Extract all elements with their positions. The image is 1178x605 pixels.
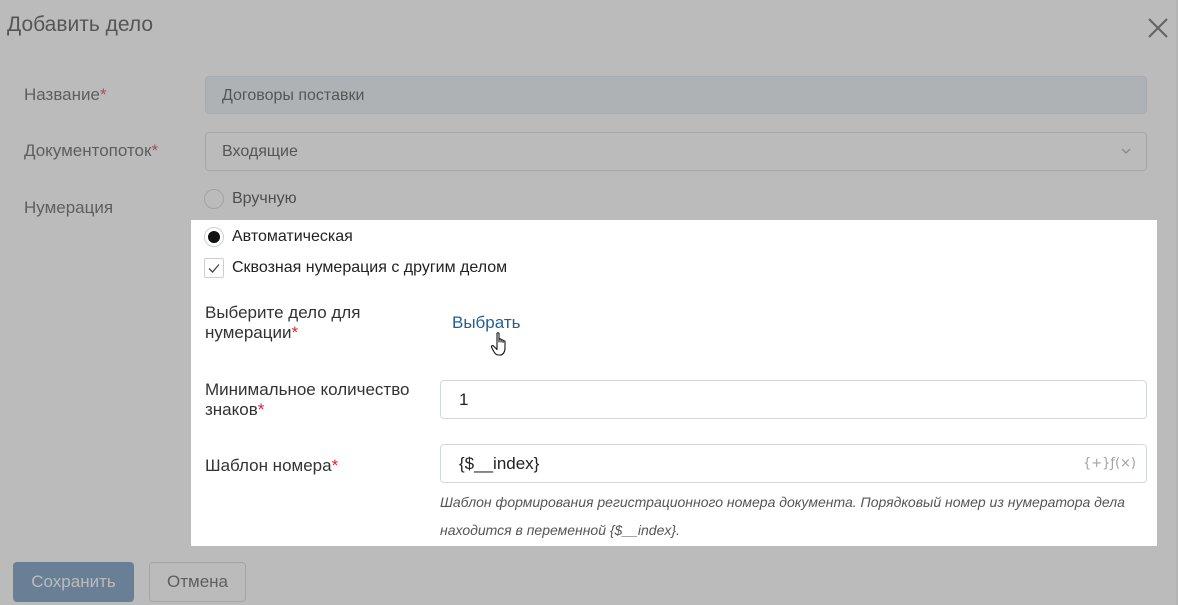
hand-pointer-icon <box>490 331 512 357</box>
min-digits-value: 1 <box>459 390 469 409</box>
select-case-label-line1: Выберите дело для <box>205 303 361 322</box>
required-mark: * <box>151 141 159 160</box>
dim-overlay-left <box>0 220 191 546</box>
add-case-dialog: Добавить дело Название* Договоры поставк… <box>0 0 1178 605</box>
min-digits-label: Минимальное количество знаков* <box>205 380 410 420</box>
name-label-text: Название <box>24 85 100 104</box>
select-case-label: Выберите дело для нумерации* <box>205 303 360 343</box>
docflow-label-text: Документопоток <box>24 141 152 160</box>
radio-manual[interactable]: Вручную <box>204 189 297 209</box>
docflow-select[interactable]: Входящие <box>205 132 1147 171</box>
required-mark: * <box>99 85 107 104</box>
dialog-title: Добавить дело <box>7 13 154 36</box>
radio-manual-label: Вручную <box>232 190 297 207</box>
choose-case-button[interactable]: Выбрать <box>452 313 520 333</box>
through-numbering-label: Сквозная нумерация с другим делом <box>232 259 508 276</box>
required-mark: * <box>257 400 265 419</box>
docflow-value: Входящие <box>222 143 298 160</box>
number-template-hint: Шаблон формирования регистрационного ном… <box>440 494 1125 538</box>
select-case-label-line2: нумерации <box>205 323 292 342</box>
min-digits-label-line1: Минимальное количество <box>205 380 410 399</box>
number-template-label: Шаблон номера* <box>205 456 338 476</box>
number-template-value: {$__index} <box>459 454 540 473</box>
save-button[interactable]: Сохранить <box>13 562 134 602</box>
docflow-label: Документопоток* <box>24 141 158 161</box>
number-template-input[interactable]: {$__index} {+}ƒ(×) <box>440 444 1147 483</box>
name-input[interactable]: Договоры поставки <box>205 76 1147 114</box>
radio-automatic-circle[interactable] <box>204 227 224 247</box>
number-template-label-text: Шаблон номера <box>205 456 332 475</box>
name-value: Договоры поставки <box>222 87 365 104</box>
close-icon <box>1144 14 1172 42</box>
formula-icon[interactable]: {+}ƒ(×) <box>1083 456 1136 471</box>
radio-automatic-label: Автоматическая <box>232 228 353 245</box>
check-icon <box>207 261 221 275</box>
min-digits-input[interactable]: 1 <box>440 380 1147 419</box>
radio-automatic[interactable]: Автоматическая <box>204 227 353 247</box>
required-mark: * <box>291 323 299 342</box>
numbering-label: Нумерация <box>24 198 114 217</box>
name-label: Название* <box>24 85 107 105</box>
required-mark: * <box>331 456 339 475</box>
dim-overlay-right <box>1157 220 1178 546</box>
through-numbering-checkbox[interactable]: Сквозная нумерация с другим делом <box>204 258 507 278</box>
radio-manual-circle[interactable] <box>204 189 224 209</box>
cancel-button[interactable]: Отмена <box>149 562 246 602</box>
chevron-down-icon <box>1120 145 1132 157</box>
min-digits-label-line2: знаков <box>205 400 258 419</box>
close-button[interactable] <box>1144 14 1172 42</box>
checkbox-box[interactable] <box>204 258 224 278</box>
